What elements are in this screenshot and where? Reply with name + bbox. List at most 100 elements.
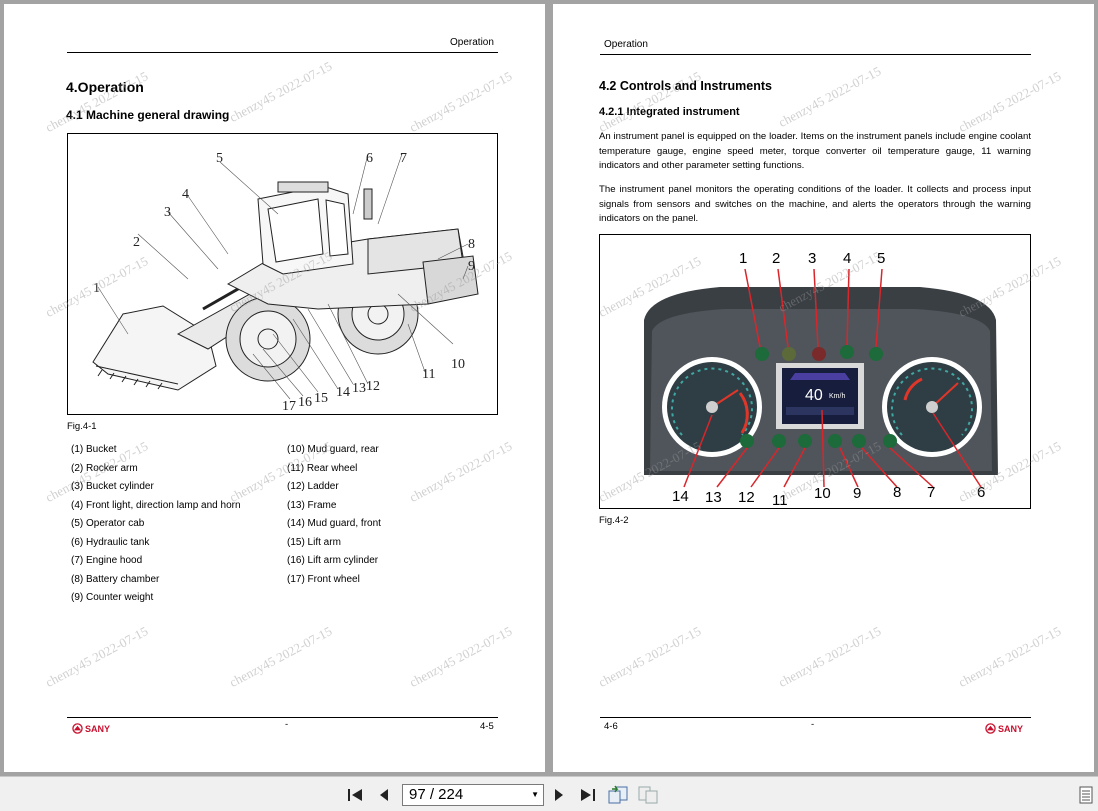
callout-15: 15	[314, 391, 328, 406]
watermark: chenzy45 2022-07-15	[595, 623, 704, 690]
next-page-button[interactable]	[549, 785, 569, 805]
callout-10: 10	[814, 485, 831, 502]
callout-2: 2	[133, 235, 140, 250]
list-item: (1) Bucket	[71, 444, 117, 455]
loader-drawing-figure: 1 2 3 4 5 6 7 8 9 10 11 12 13 14 15 16 1	[67, 133, 498, 415]
page-number-value: 97 / 224	[409, 786, 464, 803]
list-item: (5) Operator cab	[71, 518, 145, 529]
page-layout-button[interactable]	[1076, 785, 1096, 805]
list-item: (10) Mud guard, rear	[287, 444, 379, 455]
page-header: Operation	[604, 39, 648, 50]
page-number: 4-6	[604, 721, 618, 732]
parts-list: (1) Bucket (2) Rocker arm (3) Bucket cyl…	[71, 444, 501, 614]
watermark: chenzy45 2022-07-15	[955, 68, 1064, 135]
page-header: Operation	[450, 37, 494, 48]
paragraph: The instrument panel monitors the operat…	[599, 184, 1031, 224]
footer-rule	[67, 717, 498, 718]
watermark: chenzy45 2022-07-15	[226, 58, 335, 125]
list-item: (3) Bucket cylinder	[71, 481, 154, 492]
watermark: chenzy45 2022-07-15	[955, 623, 1064, 690]
watermark: chenzy45 2022-07-15	[406, 623, 515, 690]
figure-caption: Fig.4-2	[599, 515, 629, 526]
footer-rule	[600, 717, 1031, 718]
loader-line-drawing: 1 2 3 4 5 6 7 8 9 10 11 12 13 14 15 16 1	[92, 151, 479, 414]
callout-12: 12	[738, 489, 755, 506]
previous-page-icon	[380, 789, 388, 801]
callout-10: 10	[451, 357, 465, 372]
section-title: 4.2 Controls and Instruments	[599, 79, 772, 93]
list-item: (8) Battery chamber	[71, 573, 160, 585]
list-item: (17) Front wheel	[287, 573, 360, 585]
callout-5: 5	[216, 151, 223, 166]
chevron-down-icon[interactable]: ▼	[531, 785, 539, 805]
callout-13: 13	[705, 489, 722, 506]
document-viewport[interactable]: Operation 4.Operation 4.1 Machine genera…	[0, 0, 1098, 776]
header-rule	[67, 52, 498, 53]
go-back-view-button[interactable]	[607, 785, 629, 805]
first-page-icon	[348, 789, 362, 801]
watermark: chenzy45 2022-07-15	[42, 623, 151, 690]
callout-3: 3	[808, 250, 816, 267]
page-number-field[interactable]: 97 / 224 ▼	[402, 784, 544, 806]
callout-8: 8	[468, 237, 475, 252]
callout-14: 14	[672, 488, 689, 505]
sany-logo-icon	[72, 723, 83, 734]
list-item: (16) Lift arm cylinder	[287, 555, 379, 566]
list-item: (13) Frame	[287, 499, 337, 511]
brand-logo: SANY	[985, 723, 1023, 734]
display-speed: 40	[805, 387, 823, 404]
list-item: (9) Counter weight	[71, 592, 154, 603]
first-page-button[interactable]	[345, 785, 365, 805]
callout-7: 7	[400, 151, 407, 166]
callout-11: 11	[422, 367, 435, 382]
callout-11: 11	[772, 492, 788, 509]
callout-9: 9	[853, 485, 861, 502]
watermark: chenzy45 2022-07-15	[775, 623, 884, 690]
go-forward-view-button[interactable]	[637, 785, 659, 805]
footer-center: -	[811, 719, 815, 730]
last-page-button[interactable]	[578, 785, 598, 805]
logo-text: SANY	[998, 723, 1024, 734]
footer-center: -	[285, 719, 289, 730]
list-item: (2) Rocker arm	[71, 462, 138, 474]
callout-2: 2	[772, 250, 780, 267]
list-item: (14) Mud guard, front	[287, 518, 381, 529]
watermark: chenzy45 2022-07-15	[775, 63, 884, 130]
page-number: 4-5	[480, 721, 494, 732]
list-item: (15) Lift arm	[287, 536, 341, 548]
callout-14: 14	[336, 385, 350, 400]
previous-page-button[interactable]	[374, 785, 394, 805]
callout-7: 7	[927, 484, 935, 501]
figure-caption: Fig.4-1	[67, 421, 97, 432]
logo-text: SANY	[85, 723, 111, 734]
pdf-page-right: Operation 4.2 Controls and Instruments 4…	[553, 4, 1094, 772]
document-layout-icon	[1079, 786, 1093, 804]
callout-6: 6	[366, 151, 373, 166]
list-item: (4) Front light, direction lamp and horn	[71, 499, 241, 511]
callout-12: 12	[366, 379, 380, 394]
instrument-panel-figure: 40 Km/h 1 2 3 4 5 14 13 12 11 10 9 8 7 6	[599, 234, 1031, 509]
header-rule	[600, 54, 1031, 55]
callout-17: 17	[282, 399, 296, 414]
callout-16: 16	[298, 395, 312, 410]
list-item: (7) Engine hood	[71, 555, 143, 566]
callout-4: 4	[182, 187, 189, 202]
brand-logo: SANY	[72, 723, 110, 734]
callout-8: 8	[893, 484, 901, 501]
callout-1: 1	[739, 250, 747, 267]
section-title: 4.1 Machine general drawing	[66, 108, 230, 122]
list-item: (12) Ladder	[287, 481, 339, 492]
callout-6: 6	[977, 484, 985, 501]
watermark: chenzy45 2022-07-15	[406, 68, 515, 135]
forward-view-icon	[638, 786, 658, 804]
sany-logo-icon	[985, 723, 996, 734]
callout-5: 5	[877, 250, 885, 267]
pdf-page-left: Operation 4.Operation 4.1 Machine genera…	[4, 4, 545, 772]
callout-13: 13	[352, 381, 366, 396]
last-page-icon	[581, 789, 595, 801]
display-unit: Km/h	[829, 393, 845, 400]
list-item: (11) Rear wheel	[287, 462, 358, 474]
next-page-icon	[555, 789, 563, 801]
list-item: (6) Hydraulic tank	[71, 536, 150, 548]
navigation-toolbar: 97 / 224 ▼	[0, 776, 1098, 811]
